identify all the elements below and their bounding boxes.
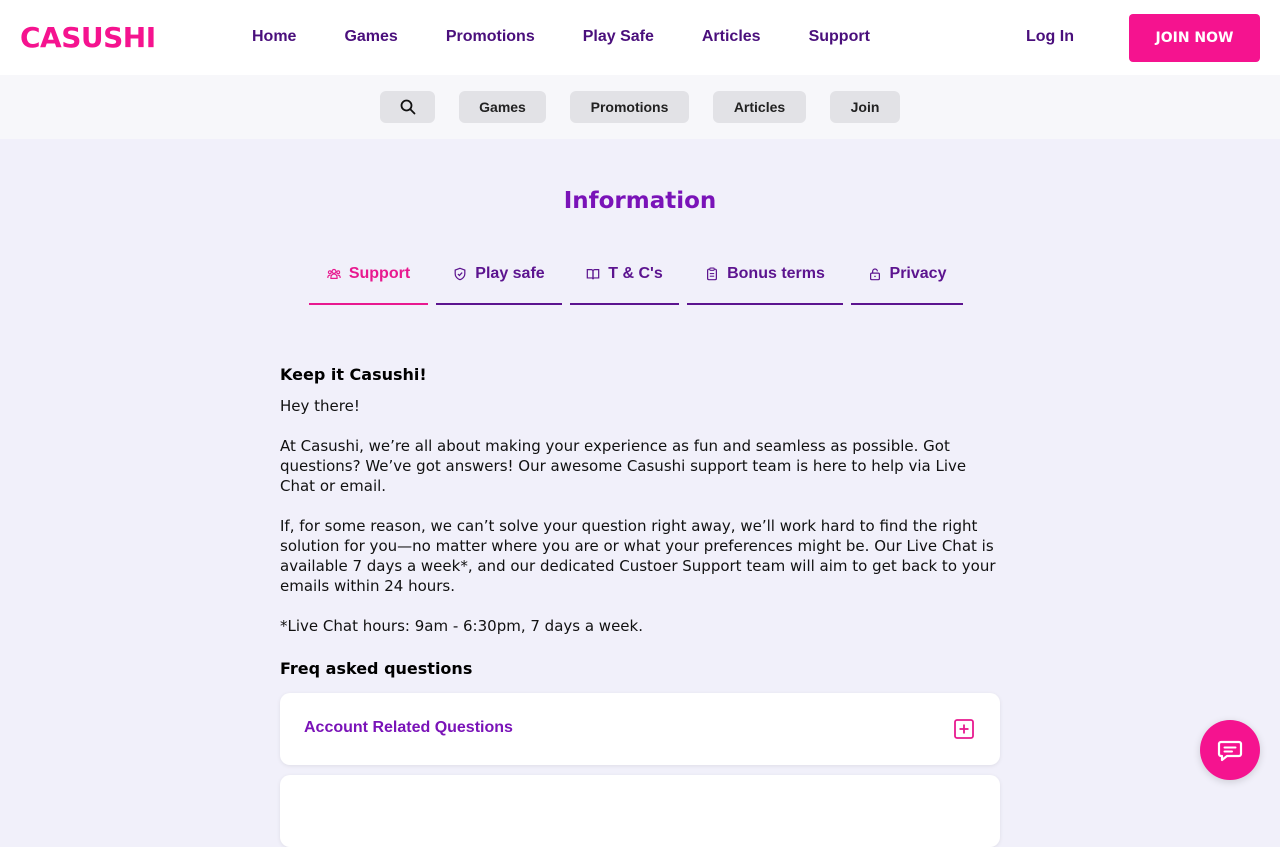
login-link[interactable]: Log In <box>1026 27 1074 47</box>
quick-link-promotions[interactable]: Promotions <box>570 91 689 123</box>
faq-item-account[interactable]: Account Related Questions <box>280 693 1000 765</box>
tab-label: Privacy <box>889 265 947 282</box>
nav-articles[interactable]: Articles <box>702 27 761 47</box>
greeting-text: Hey there! <box>280 397 360 415</box>
faq-question: Account Related Questions <box>304 719 513 736</box>
nav-home[interactable]: Home <box>252 27 296 47</box>
tab-label: T & C's <box>608 265 663 282</box>
join-now-button[interactable]: JOIN NOW <box>1129 14 1260 62</box>
casushi-logo[interactable]: CASUSHI <box>20 20 156 56</box>
tab-bonus-terms[interactable]: Bonus terms <box>687 258 843 305</box>
support-paragraph: If, for some reason, we can’t solve your… <box>280 517 996 595</box>
search-button[interactable] <box>380 91 435 123</box>
tab-play-safe[interactable]: Play safe <box>436 258 562 305</box>
search-icon <box>400 99 415 115</box>
shield-icon <box>454 267 466 281</box>
tab-label: Bonus terms <box>727 265 825 282</box>
nav-promotions[interactable]: Promotions <box>446 27 535 47</box>
book-icon <box>586 269 600 280</box>
quick-link-games[interactable]: Games <box>459 91 546 123</box>
users-icon <box>327 268 341 279</box>
top-navigation: CASUSHI Home Games Promotions Play Safe … <box>0 0 1280 75</box>
lock-icon <box>869 268 880 281</box>
nav-play-safe[interactable]: Play Safe <box>583 27 654 47</box>
tab-terms[interactable]: T & C's <box>570 258 679 305</box>
nav-games[interactable]: Games <box>344 27 397 47</box>
quick-links-bar: Games Promotions Articles Join <box>0 75 1280 139</box>
main-nav: Home Games Promotions Play Safe Articles… <box>252 27 918 47</box>
live-chat-hours: *Live Chat hours: 9am - 6:30pm, 7 days a… <box>280 617 643 635</box>
tab-label: Support <box>348 265 411 282</box>
chat-icon <box>1217 740 1243 762</box>
support-content: Keep it Casushi! Hey there! At Casushi, … <box>280 364 1000 680</box>
intro-paragraph: At Casushi, we’re all about making your … <box>280 437 967 495</box>
section-heading: Keep it Casushi! <box>280 365 427 384</box>
faq-item-next[interactable] <box>280 775 1000 847</box>
expand-plus-icon[interactable] <box>954 719 974 739</box>
quick-link-articles[interactable]: Articles <box>713 91 806 123</box>
tab-label: Play safe <box>475 265 545 282</box>
clipboard-icon <box>707 267 718 281</box>
live-chat-button[interactable] <box>1200 720 1260 780</box>
quick-link-join[interactable]: Join <box>830 91 900 123</box>
nav-support[interactable]: Support <box>809 27 870 47</box>
tab-support[interactable]: Support <box>309 258 428 305</box>
faq-heading: Freq asked questions <box>280 659 473 678</box>
page-title: Information <box>563 188 717 214</box>
tab-privacy[interactable]: Privacy <box>851 258 963 305</box>
